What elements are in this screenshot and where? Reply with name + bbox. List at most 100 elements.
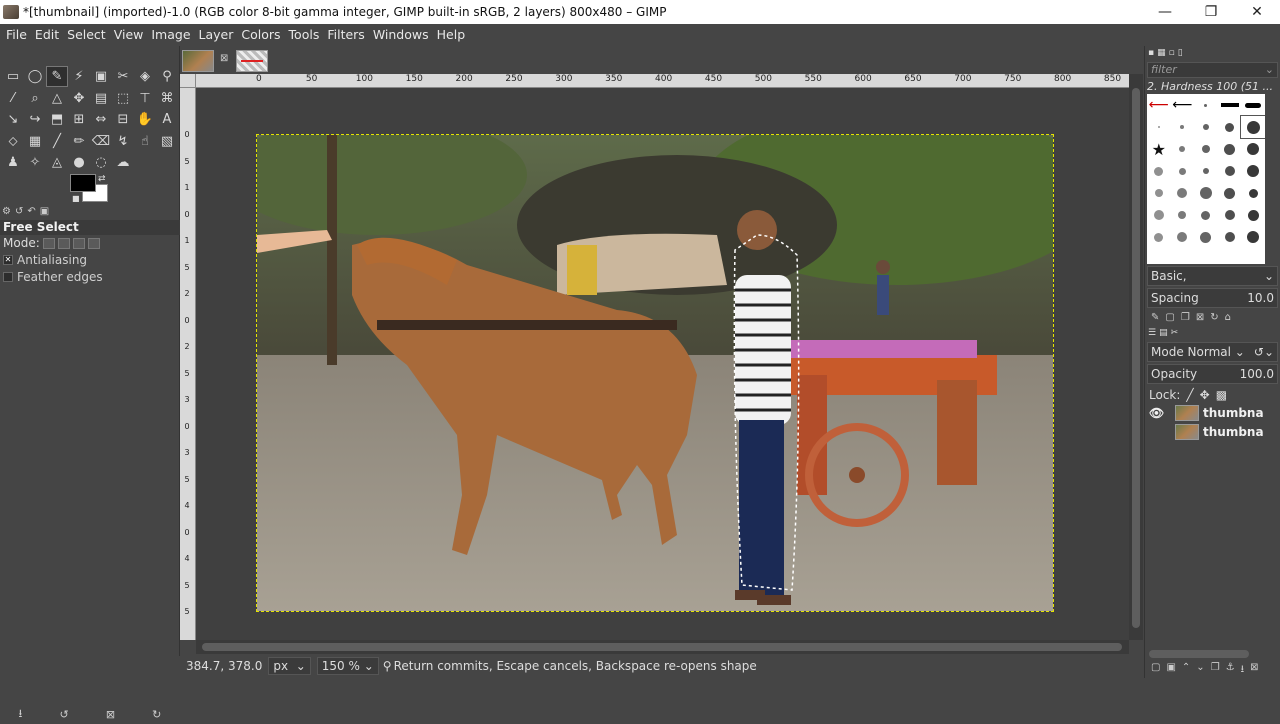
tool-button-17[interactable]: ↪ <box>24 109 46 130</box>
tool-button-27[interactable]: ✏ <box>68 131 90 152</box>
image-tab-2[interactable] <box>236 50 268 72</box>
horizontal-scrollbar[interactable] <box>196 640 1129 654</box>
image-canvas[interactable] <box>196 88 1129 640</box>
tool-button-25[interactable]: ▦ <box>24 131 46 152</box>
delete-layer-icon[interactable]: ⊠ <box>1250 662 1258 674</box>
antialiasing-checkbox[interactable]: ✕ <box>3 254 13 265</box>
tool-button-9[interactable]: ⌕ <box>24 88 46 109</box>
tool-button-24[interactable]: ⬦ <box>2 131 24 152</box>
brush-cell[interactable] <box>1147 116 1171 138</box>
foreground-color[interactable] <box>70 174 96 192</box>
refresh-brushes-icon[interactable]: ↻ <box>1210 312 1218 324</box>
tool-button-21[interactable]: ⊟ <box>112 109 134 130</box>
brush-grid[interactable]: ⟵ ⟵ ★ <box>1147 94 1265 264</box>
mode-reset-icon[interactable]: ↺⌄ <box>1254 345 1274 359</box>
save-options-icon[interactable]: ⭳ <box>19 705 23 724</box>
menu-view[interactable]: View <box>110 24 148 46</box>
brush-cell[interactable] <box>1147 226 1171 248</box>
delete-options-icon[interactable]: ⊠ <box>106 708 115 721</box>
tool-options-icon[interactable]: ⚙ <box>2 206 11 220</box>
brush-cell[interactable] <box>1194 94 1218 116</box>
menu-colors[interactable]: Colors <box>237 24 284 46</box>
vertical-scroll-thumb[interactable] <box>1132 88 1140 628</box>
mode-add-button[interactable] <box>57 237 70 249</box>
brush-cell[interactable]: ⟵ <box>1171 94 1195 116</box>
tool-button-30[interactable]: ☝ <box>134 131 156 152</box>
duplicate-brush-icon[interactable]: ❐ <box>1181 312 1190 324</box>
lock-pixels-icon[interactable]: ╱ <box>1186 388 1193 402</box>
tool-button-28[interactable]: ⌫ <box>90 131 112 152</box>
tool-button-36[interactable]: ◌ <box>90 152 112 173</box>
tool-button-13[interactable]: ⬚ <box>112 88 134 109</box>
document-history-tab-icon[interactable]: ▯ <box>1178 48 1183 58</box>
tool-button-37[interactable]: ☁ <box>112 152 134 173</box>
tool-button-26[interactable]: ╱ <box>46 131 68 152</box>
brush-cell[interactable] <box>1194 116 1218 138</box>
lower-layer-icon[interactable]: ⌄ <box>1196 662 1204 674</box>
paths-tab-icon[interactable]: ✂ <box>1171 328 1179 338</box>
antialiasing-row[interactable]: ✕ Antialiasing <box>0 251 180 268</box>
fonts-tab-icon[interactable]: ▫ <box>1169 48 1175 58</box>
tool-button-6[interactable]: ◈ <box>134 66 156 87</box>
brush-cell[interactable] <box>1218 204 1242 226</box>
reset-options-icon[interactable]: ↻ <box>152 708 161 721</box>
tool-button-14[interactable]: ⊤ <box>134 88 156 109</box>
tool-button-35[interactable]: ● <box>68 152 90 173</box>
tool-button-15[interactable]: ⌘ <box>156 88 178 109</box>
brush-cell[interactable] <box>1194 182 1218 204</box>
brush-cell[interactable] <box>1241 204 1265 226</box>
maximize-button[interactable]: ❐ <box>1188 0 1234 24</box>
lock-alpha-icon[interactable]: ▩ <box>1216 388 1227 402</box>
menu-windows[interactable]: Windows <box>369 24 433 46</box>
tool-button-5[interactable]: ✂ <box>112 66 134 87</box>
brush-cell[interactable] <box>1218 116 1242 138</box>
menu-image[interactable]: Image <box>147 24 194 46</box>
swap-colors-icon[interactable]: ⇄ <box>98 174 106 184</box>
edit-brush-icon[interactable]: ✎ <box>1151 312 1159 324</box>
layer-name[interactable]: thumbna <box>1203 425 1264 439</box>
merge-layer-icon[interactable]: ⭳ <box>1241 662 1245 675</box>
layer-name[interactable]: thumbna <box>1203 406 1264 420</box>
channels-tab-icon[interactable]: ▤ <box>1159 328 1168 338</box>
brush-cell[interactable] <box>1194 160 1218 182</box>
brush-cell[interactable] <box>1218 138 1242 160</box>
layers-tab-icon[interactable]: ☰ <box>1148 328 1156 338</box>
menu-select[interactable]: Select <box>63 24 110 46</box>
new-brush-icon[interactable]: ▢ <box>1165 312 1174 324</box>
close-tab-icon[interactable]: ⊠ <box>220 53 228 64</box>
tool-button-19[interactable]: ⊞ <box>68 109 90 130</box>
brush-filter-input[interactable]: filter ⌄ <box>1147 62 1278 78</box>
tool-button-10[interactable]: △ <box>46 88 68 109</box>
menu-layer[interactable]: Layer <box>195 24 238 46</box>
brush-cell[interactable] <box>1218 160 1242 182</box>
new-layer-icon[interactable]: ▢ <box>1151 662 1160 674</box>
menu-tools[interactable]: Tools <box>285 24 324 46</box>
brush-cell[interactable] <box>1171 182 1195 204</box>
brush-cell[interactable] <box>1241 182 1265 204</box>
layers-scroll-thumb[interactable] <box>1149 650 1249 658</box>
menu-file[interactable]: File <box>2 24 31 46</box>
brush-cell[interactable] <box>1171 116 1195 138</box>
feather-row[interactable]: Feather edges <box>0 268 180 285</box>
brush-cell[interactable] <box>1240 115 1265 139</box>
brush-cell[interactable] <box>1194 226 1218 248</box>
tool-button-1[interactable]: ◯ <box>24 66 46 87</box>
horizontal-scroll-thumb[interactable] <box>202 643 1122 651</box>
vertical-scrollbar[interactable] <box>1129 74 1143 640</box>
tool-button-12[interactable]: ▤ <box>90 88 112 109</box>
brush-cell[interactable] <box>1194 204 1218 226</box>
feather-checkbox[interactable] <box>3 271 13 282</box>
mode-intersect-button[interactable] <box>87 237 100 249</box>
tool-button-32[interactable]: ♟ <box>2 152 24 173</box>
image-tab-thumbnail[interactable] <box>182 50 214 72</box>
brush-cell[interactable] <box>1147 204 1171 226</box>
lock-position-icon[interactable]: ✥ <box>1200 388 1210 402</box>
device-status-icon[interactable]: ↺ <box>15 206 23 220</box>
reset-colors-icon[interactable]: ■ <box>72 194 80 203</box>
brush-preset-select[interactable]: Basic, ⌄ <box>1147 266 1278 286</box>
layer-row[interactable]: 👁 thumbna <box>1145 403 1280 422</box>
brush-cell[interactable] <box>1171 226 1195 248</box>
brush-cell[interactable]: ★ <box>1147 138 1171 160</box>
brush-cell[interactable] <box>1171 204 1195 226</box>
tool-button-34[interactable]: ◬ <box>46 152 68 173</box>
